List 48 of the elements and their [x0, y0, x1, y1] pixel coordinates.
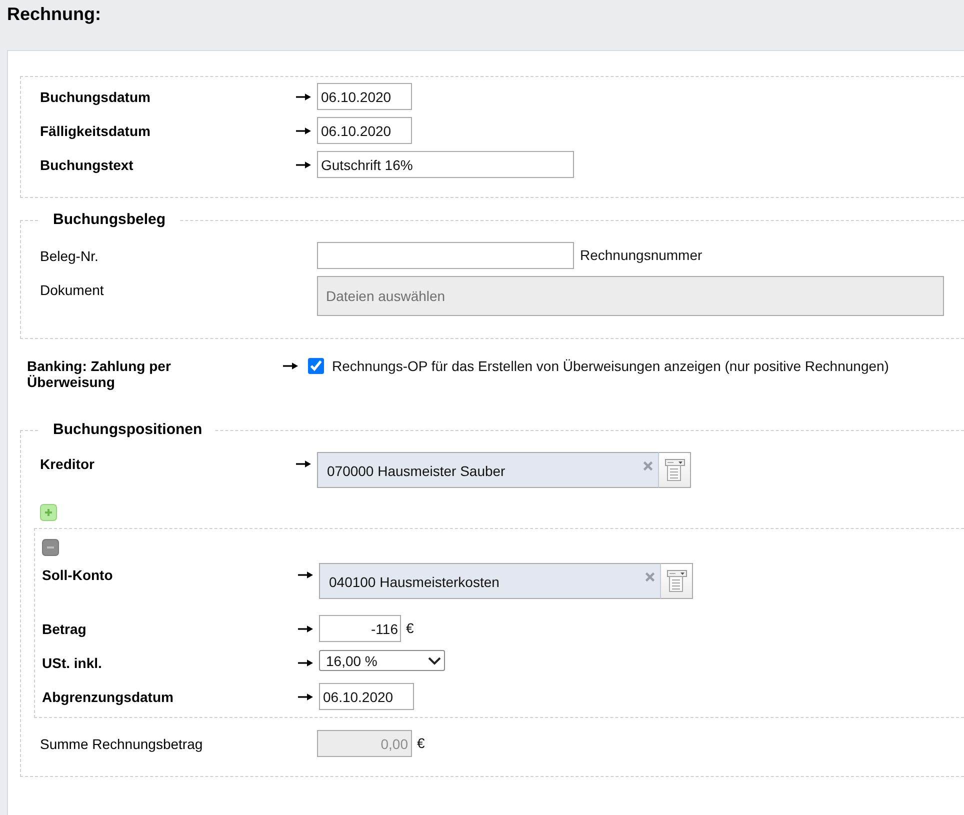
lookup-button[interactable] [661, 563, 693, 599]
field-label: Buchungsdatum [40, 89, 150, 105]
amount-field[interactable]: -116 [319, 615, 401, 642]
field-label: Banking: Zahlung per Überweisung [27, 358, 172, 390]
date-field[interactable]: 06.10.2020 [319, 683, 414, 710]
minus-icon[interactable] [42, 539, 59, 556]
section-legend: Buchungsbeleg [40, 211, 179, 229]
vat-select[interactable]: 16,00 % [319, 650, 445, 671]
field-label: Betrag [42, 621, 86, 637]
arrow-icon [283, 362, 298, 370]
plus-icon[interactable] [40, 504, 57, 521]
field-label: Dokument [40, 282, 104, 298]
text-field[interactable]: Gutschrift 16% [317, 151, 574, 178]
currency-label: € [417, 734, 425, 751]
currency-label: € [406, 619, 414, 636]
checkbox-label: Rechnungs-OP für das Erstellen von Überweisungen anzeigen (nur positive Rechnungen) [332, 358, 889, 374]
list-icon [664, 459, 684, 481]
field-label: Kreditor [40, 456, 94, 472]
clear-icon[interactable] [645, 572, 655, 582]
clear-icon[interactable] [643, 461, 653, 471]
field-label: Buchungstext [40, 157, 134, 173]
field-hint: Rechnungsnummer [580, 246, 702, 263]
chevron-down-icon [428, 656, 441, 664]
field-label: Abgrenzungsdatum [42, 689, 174, 705]
account-combobox[interactable]: 040100 Hausmeisterkosten [319, 563, 661, 599]
section-legend: Buchungspositionen [40, 421, 216, 439]
arrow-icon [298, 625, 313, 633]
field-label: Beleg-Nr. [40, 248, 98, 264]
field-label: Soll-Konto [42, 567, 113, 583]
arrow-icon [296, 161, 311, 169]
arrow-icon [296, 460, 311, 468]
field-label: USt. inkl. [42, 655, 102, 671]
lookup-button[interactable] [659, 452, 691, 488]
list-icon [666, 570, 686, 592]
arrow-icon [296, 93, 311, 101]
date-field[interactable]: 06.10.2020 [317, 117, 412, 144]
field-label: Summe Rechnungsbetrag [40, 736, 203, 752]
page-title: Rechnung: [7, 3, 101, 25]
file-field[interactable]: Dateien auswählen [317, 276, 944, 316]
text-field[interactable] [317, 242, 574, 269]
arrow-icon [298, 571, 313, 579]
date-field[interactable]: 06.10.2020 [317, 83, 412, 110]
field-label: Fälligkeitsdatum [40, 123, 150, 139]
arrow-icon [298, 693, 313, 701]
account-combobox[interactable]: 070000 Hausmeister Sauber [317, 452, 659, 488]
checkbox[interactable] [308, 358, 324, 374]
arrow-icon [296, 127, 311, 135]
arrow-icon [298, 659, 313, 667]
